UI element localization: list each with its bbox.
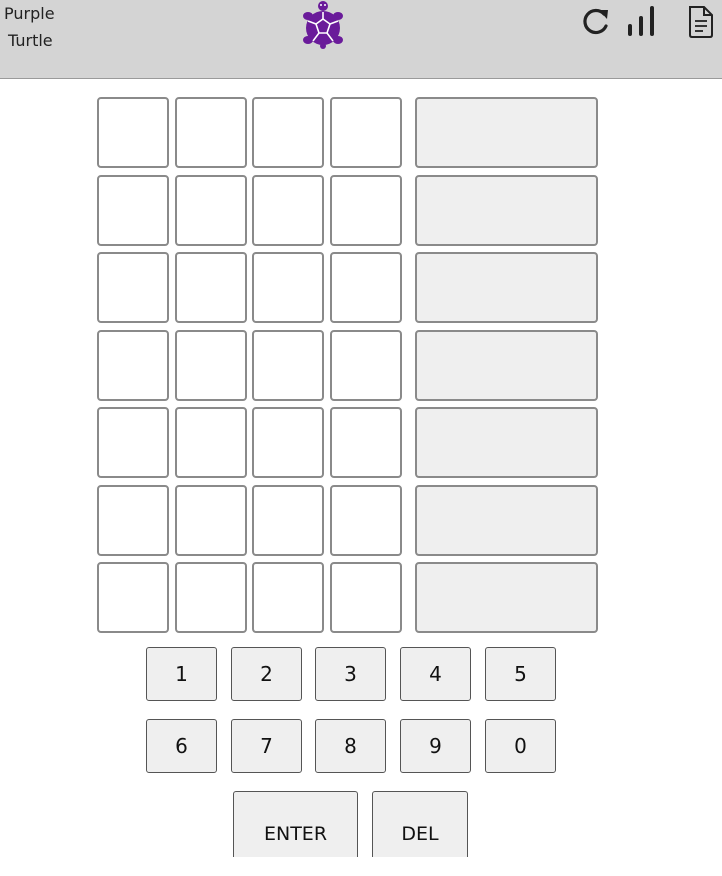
digit-cell (175, 485, 247, 556)
key-7[interactable]: 7 (231, 719, 302, 773)
result-cell (415, 175, 598, 246)
document-icon[interactable] (686, 4, 716, 40)
enter-button[interactable]: ENTER (233, 791, 358, 857)
result-cell (415, 97, 598, 168)
digit-cell (97, 330, 169, 401)
digit-cell (330, 175, 402, 246)
digit-cell (330, 97, 402, 168)
refresh-icon[interactable] (580, 4, 612, 40)
digit-cell (330, 252, 402, 323)
key-2[interactable]: 2 (231, 647, 302, 701)
brand-line-1: Purple (4, 4, 55, 23)
digit-cell (175, 97, 247, 168)
result-cell (415, 485, 598, 556)
key-8[interactable]: 8 (315, 719, 386, 773)
digit-cell (330, 330, 402, 401)
key-5[interactable]: 5 (485, 647, 556, 701)
digit-cell (252, 97, 324, 168)
digit-cell (252, 485, 324, 556)
key-0[interactable]: 0 (485, 719, 556, 773)
digit-cell (252, 330, 324, 401)
digit-cell (97, 407, 169, 478)
digit-cell (175, 330, 247, 401)
digit-cell (252, 407, 324, 478)
result-cell (415, 330, 598, 401)
digit-cell (175, 407, 247, 478)
digit-cell (330, 407, 402, 478)
digit-cell (175, 562, 247, 633)
key-4[interactable]: 4 (400, 647, 471, 701)
key-6[interactable]: 6 (146, 719, 217, 773)
key-9[interactable]: 9 (400, 719, 471, 773)
delete-button[interactable]: DEL (372, 791, 468, 857)
result-cell (415, 407, 598, 478)
result-cell (415, 562, 598, 633)
digit-cell (97, 252, 169, 323)
bar-chart-icon[interactable] (624, 4, 658, 40)
digit-cell (252, 562, 324, 633)
digit-cell (175, 175, 247, 246)
key-1[interactable]: 1 (146, 647, 217, 701)
digit-cell (97, 562, 169, 633)
digit-cell (252, 175, 324, 246)
brand-line-2: Turtle (8, 31, 53, 50)
digit-cell (97, 97, 169, 168)
turtle-logo-icon (303, 1, 343, 49)
digit-cell (330, 562, 402, 633)
digit-cell (252, 252, 324, 323)
brand-name: Purple Turtle (4, 0, 55, 54)
digit-cell (97, 485, 169, 556)
digit-cell (175, 252, 247, 323)
key-3[interactable]: 3 (315, 647, 386, 701)
app-header: Purple Turtle (0, 0, 722, 79)
digit-cell (330, 485, 402, 556)
result-cell (415, 252, 598, 323)
digit-cell (97, 175, 169, 246)
